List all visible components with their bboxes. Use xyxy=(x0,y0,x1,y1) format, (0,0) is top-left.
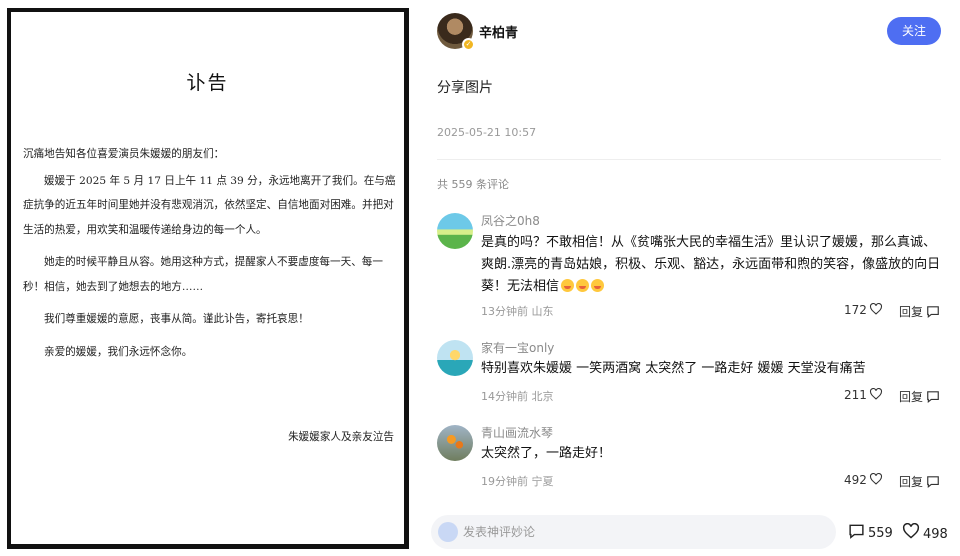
obituary-paragraph: 亲爱的媛媛，我们永远怀念你。 xyxy=(44,345,193,358)
comment-meta: 19分钟前 宁夏 xyxy=(481,475,554,488)
commenter-name[interactable]: 凤谷之0h8 xyxy=(481,212,540,229)
follow-button[interactable]: 关注 xyxy=(887,17,941,45)
heart-icon xyxy=(902,523,920,539)
comment-bubble-icon xyxy=(927,391,939,403)
obituary-title: 讣告 xyxy=(186,72,229,94)
like-button[interactable]: 211 xyxy=(844,388,883,402)
commenter-avatar[interactable] xyxy=(437,340,473,376)
comments-total: 559 xyxy=(868,526,893,541)
reply-button[interactable]: 回复 xyxy=(899,388,940,405)
comment-bubble-icon xyxy=(849,524,864,539)
post-panel: ✓ 辛柏青 关注 分享图片 2025-05-21 10:57 共 559 条评论… xyxy=(418,0,960,556)
reply-label: 回复 xyxy=(899,390,924,404)
comment-bubble-icon xyxy=(927,476,939,488)
commenter-avatar[interactable] xyxy=(437,213,473,249)
crying-emoji-icon xyxy=(561,279,575,292)
like-count: 172 xyxy=(844,303,867,317)
reply-label: 回复 xyxy=(899,305,924,319)
obituary-signature: 朱媛媛家人及亲友泣告 xyxy=(288,431,394,443)
obituary-paragraph: 媛媛于 2025 年 5 月 17 日上午 11 点 39 分，永远地离开了我们… xyxy=(23,174,396,236)
heart-icon xyxy=(869,473,882,485)
reply-button[interactable]: 回复 xyxy=(899,303,940,320)
comment-count: 共 559 条评论 xyxy=(437,178,509,191)
likes-total: 498 xyxy=(923,527,948,542)
reply-label: 回复 xyxy=(899,475,924,489)
obituary-paragraph: 她走的时候平静且从容。她用这种方式，提醒家人不要虚度每一天、每一秒！相信，她去到… xyxy=(23,256,383,293)
comment-input-bar[interactable] xyxy=(431,515,836,549)
like-button[interactable]: 492 xyxy=(844,473,883,487)
verified-badge-icon: ✓ xyxy=(462,38,475,51)
obituary-frame: 讣告 沉痛地告知各位喜爱演员朱媛媛的朋友们： 媛媛于 2025 年 5 月 17… xyxy=(7,8,409,549)
likes-total-button[interactable]: 498 xyxy=(902,523,948,542)
comment-text: 是真的吗？不敢相信！从《贫嘴张大民的幸福生活》里认识了媛媛，那么真诚、爽朗.漂亮… xyxy=(481,232,946,298)
comment-bubble-icon xyxy=(927,306,939,318)
post-text: 分享图片 xyxy=(437,80,493,96)
like-count: 492 xyxy=(844,473,867,487)
comment-input[interactable] xyxy=(463,515,823,549)
comment-text: 太突然了，一路走好！ xyxy=(481,446,612,461)
like-button[interactable]: 172 xyxy=(844,303,883,317)
heart-icon xyxy=(869,388,882,400)
comment-text: 特别喜欢朱媛媛 一笑两酒窝 太突然了 一路走好 媛媛 天堂没有痛苦 xyxy=(481,361,866,376)
crying-emoji-icon xyxy=(591,279,605,292)
obituary-image[interactable]: 讣告 沉痛地告知各位喜爱演员朱媛媛的朋友们： 媛媛于 2025 年 5 月 17… xyxy=(0,0,418,556)
reply-button[interactable]: 回复 xyxy=(899,473,940,490)
my-avatar xyxy=(438,522,458,542)
commenter-name[interactable]: 青山画流水琴 xyxy=(481,424,553,441)
post-timestamp: 2025-05-21 10:57 xyxy=(437,126,537,139)
comment-meta: 14分钟前 北京 xyxy=(481,390,554,403)
obituary-body: 沉痛地告知各位喜爱演员朱媛媛的朋友们： 媛媛于 2025 年 5 月 17 日上… xyxy=(23,142,403,372)
crying-emoji-icon xyxy=(576,279,590,292)
comment-text-content: 是真的吗？不敢相信！从《贫嘴张大民的幸福生活》里认识了媛媛，那么真诚、爽朗.漂亮… xyxy=(481,235,941,294)
like-count: 211 xyxy=(844,388,867,402)
heart-icon xyxy=(869,303,882,315)
comments-total-button[interactable]: 559 xyxy=(848,523,893,541)
divider xyxy=(437,159,941,160)
commenter-avatar[interactable] xyxy=(437,425,473,461)
comment-meta: 13分钟前 山东 xyxy=(481,305,554,318)
username[interactable]: 辛柏青 xyxy=(479,22,518,41)
obituary-greeting: 沉痛地告知各位喜爱演员朱媛媛的朋友们： xyxy=(23,148,225,160)
commenter-name[interactable]: 家有一宝only xyxy=(481,339,554,356)
obituary-paragraph: 我们尊重媛媛的意愿，丧事从简。谨此讣告，寄托哀思！ xyxy=(44,313,309,325)
